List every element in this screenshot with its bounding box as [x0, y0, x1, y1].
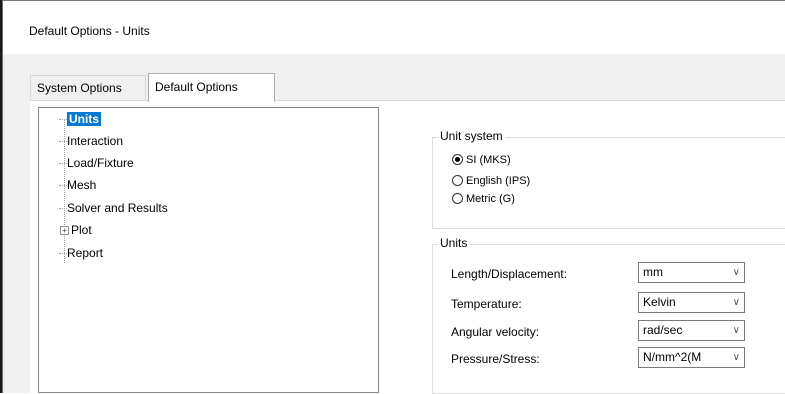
radio-label: SI (MKS): [466, 154, 511, 166]
tree-item-mesh[interactable]: Mesh: [67, 176, 96, 194]
radio-metric-g[interactable]: Metric (G): [452, 191, 515, 207]
temperature-select[interactable]: Kelvin ∨: [638, 292, 745, 313]
unit-system-group: Unit system SI (MKS) English (IPS) Metri…: [432, 129, 785, 229]
chevron-down-icon[interactable]: ∨: [733, 348, 740, 367]
radio-label: English (IPS): [466, 175, 531, 187]
tree-item-load-fixture[interactable]: Load/Fixture: [67, 154, 134, 172]
angular-velocity-label: Angular velocity:: [451, 325, 540, 339]
tree-connector: [59, 163, 67, 164]
tree-item-interaction[interactable]: Interaction: [67, 132, 123, 150]
tree-item-label: Mesh: [67, 178, 97, 192]
tree-connector: [59, 141, 67, 142]
radio-unchecked-icon[interactable]: [452, 175, 463, 186]
tree-connector: [59, 208, 67, 209]
radio-unchecked-icon[interactable]: [452, 193, 463, 204]
tab-page-default-options: Units Interaction Load/Fixture Mesh Solv…: [30, 101, 785, 394]
select-value: rad/sec: [643, 323, 683, 337]
pressure-stress-select[interactable]: N/mm^2(M ∨: [638, 347, 745, 368]
temperature-label: Temperature:: [451, 297, 522, 311]
tree-item-plot[interactable]: Plot: [71, 221, 92, 239]
radio-checked-icon[interactable]: [452, 154, 463, 165]
tree-item-label: Units: [66, 111, 102, 127]
tree-item-units[interactable]: Units: [66, 110, 102, 128]
chevron-down-icon[interactable]: ∨: [733, 321, 740, 340]
tab-system-options[interactable]: System Options: [30, 75, 146, 100]
tree-connector: [59, 119, 67, 120]
expand-plus-icon[interactable]: +: [60, 226, 69, 235]
tree-connector: [59, 185, 67, 186]
tree-item-label: Solver and Results: [67, 201, 168, 215]
select-value: mm: [643, 265, 663, 279]
length-displacement-select[interactable]: mm ∨: [638, 262, 745, 283]
length-displacement-label: Length/Displacement:: [451, 267, 568, 281]
dialog-body: System Options Default Options Units Int…: [3, 54, 785, 394]
chevron-down-icon[interactable]: ∨: [733, 293, 740, 312]
unit-system-group-title: Unit system: [438, 129, 505, 143]
window-title: Default Options - Units: [29, 24, 150, 38]
tab-default-options[interactable]: Default Options: [148, 73, 275, 102]
units-group-title: Units: [438, 236, 470, 250]
radio-label: Metric (G): [466, 193, 515, 205]
tree-item-label: Interaction: [67, 134, 124, 148]
tree-item-label: Plot: [71, 223, 92, 237]
chevron-down-icon[interactable]: ∨: [733, 263, 740, 282]
angular-velocity-select[interactable]: rad/sec ∨: [638, 320, 745, 341]
tree-item-label: Load/Fixture: [67, 156, 134, 170]
select-value: Kelvin: [643, 295, 676, 309]
pressure-stress-label: Pressure/Stress:: [451, 352, 540, 366]
select-value: N/mm^2(M: [643, 350, 702, 364]
options-tree[interactable]: Units Interaction Load/Fixture Mesh Solv…: [38, 107, 379, 393]
tree-item-report[interactable]: Report: [67, 244, 103, 262]
radio-english-ips[interactable]: English (IPS): [452, 173, 530, 189]
tree-item-solver-and-results[interactable]: Solver and Results: [67, 199, 168, 217]
radio-si-mks[interactable]: SI (MKS): [452, 152, 511, 168]
tree-item-label: Report: [67, 246, 104, 260]
title-bar: Default Options - Units: [3, 0, 785, 55]
tree-connector: [59, 253, 67, 254]
units-group: Units Length/Displacement: mm ∨ Temperat…: [432, 236, 785, 394]
